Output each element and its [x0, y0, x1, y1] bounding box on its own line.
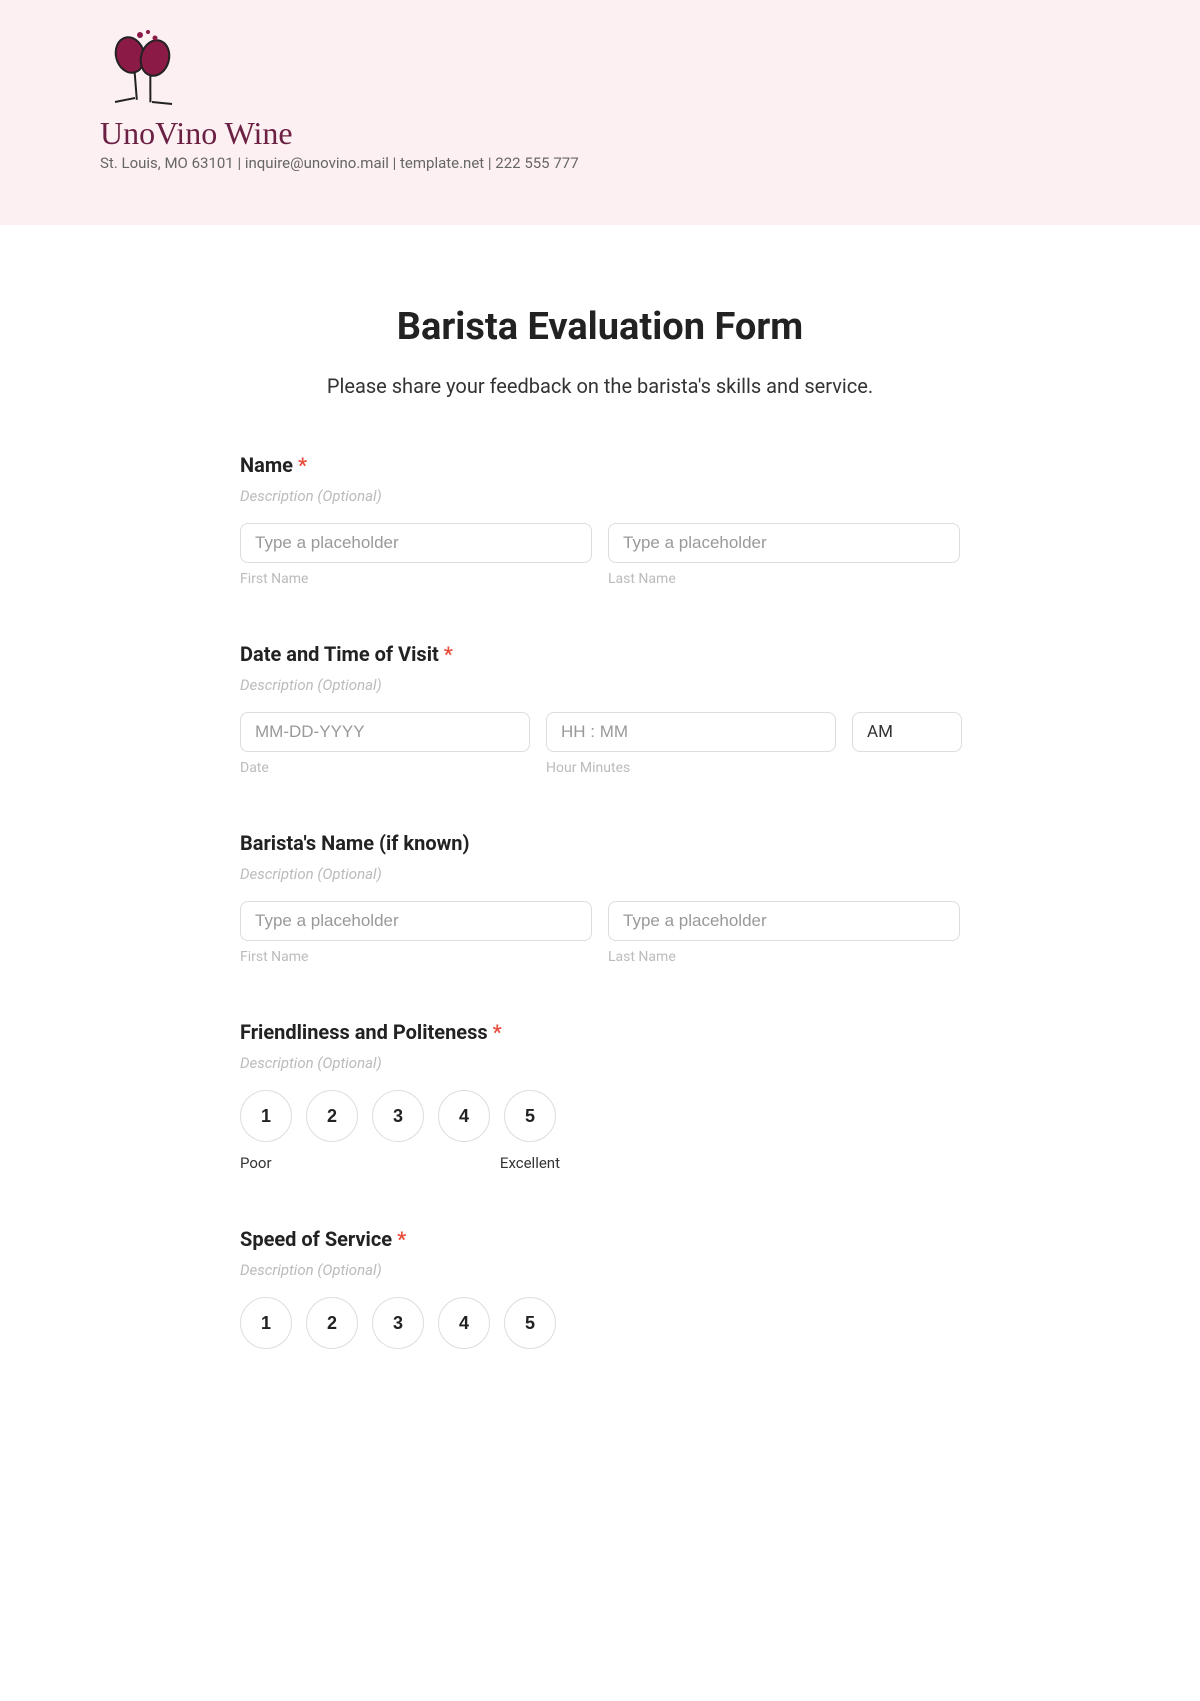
- field-label-visit: Date and Time of Visit *: [240, 642, 960, 666]
- field-name: Name * Description (Optional) First Name…: [240, 453, 960, 587]
- field-desc: Description (Optional): [240, 1054, 960, 1072]
- first-name-input[interactable]: [240, 523, 592, 563]
- brand-logo-icon: [100, 30, 190, 110]
- field-label-barista-name: Barista's Name (if known): [240, 831, 960, 855]
- sublabel-first-name: First Name: [240, 571, 592, 587]
- field-label-speed: Speed of Service *: [240, 1227, 960, 1251]
- field-desc: Description (Optional): [240, 1261, 960, 1279]
- label-text: Friendliness and Politeness: [240, 1020, 488, 1044]
- ampm-select[interactable]: AM: [852, 712, 962, 752]
- field-speed: Speed of Service * Description (Optional…: [240, 1227, 960, 1349]
- page-header: UnoVino Wine St. Louis, MO 63101 | inqui…: [0, 0, 1200, 225]
- barista-last-name-input[interactable]: [608, 901, 960, 941]
- rating-option-2[interactable]: 2: [306, 1090, 358, 1142]
- field-desc: Description (Optional): [240, 487, 960, 505]
- required-mark: *: [444, 642, 453, 666]
- form-container: Barista Evaluation Form Please share you…: [230, 305, 970, 1349]
- rating-high-label: Excellent: [500, 1154, 560, 1172]
- field-desc: Description (Optional): [240, 676, 960, 694]
- barista-first-name-input[interactable]: [240, 901, 592, 941]
- rating-option-4[interactable]: 4: [438, 1297, 490, 1349]
- rating-option-5[interactable]: 5: [504, 1090, 556, 1142]
- rating-low-label: Poor: [240, 1154, 272, 1172]
- rating-speed: 1 2 3 4 5: [240, 1297, 560, 1349]
- brand-name: UnoVino Wine: [100, 115, 579, 152]
- label-text: Date and Time of Visit: [240, 642, 439, 666]
- sublabel-time: Hour Minutes: [546, 760, 836, 776]
- required-mark: *: [298, 453, 307, 477]
- field-barista-name: Barista's Name (if known) Description (O…: [240, 831, 960, 965]
- form-title: Barista Evaluation Form: [240, 305, 960, 349]
- sublabel-first-name: First Name: [240, 949, 592, 965]
- rating-option-3[interactable]: 3: [372, 1297, 424, 1349]
- ampm-value: AM: [867, 722, 893, 742]
- brand-block: UnoVino Wine St. Louis, MO 63101 | inqui…: [100, 30, 579, 172]
- field-friendliness: Friendliness and Politeness * Descriptio…: [240, 1020, 960, 1172]
- sublabel-last-name: Last Name: [608, 949, 960, 965]
- required-mark: *: [397, 1227, 406, 1251]
- rating-friendliness: 1 2 3 4 5: [240, 1090, 560, 1142]
- label-text: Barista's Name (if known): [240, 831, 470, 855]
- last-name-input[interactable]: [608, 523, 960, 563]
- sublabel-last-name: Last Name: [608, 571, 960, 587]
- field-label-name: Name *: [240, 453, 960, 477]
- brand-contact-line: St. Louis, MO 63101 | inquire@unovino.ma…: [100, 154, 579, 172]
- field-label-friendliness: Friendliness and Politeness *: [240, 1020, 960, 1044]
- date-input[interactable]: [240, 712, 530, 752]
- field-desc: Description (Optional): [240, 865, 960, 883]
- form-subtitle: Please share your feedback on the barist…: [240, 374, 960, 398]
- rating-option-4[interactable]: 4: [438, 1090, 490, 1142]
- label-text: Speed of Service: [240, 1227, 392, 1251]
- rating-option-3[interactable]: 3: [372, 1090, 424, 1142]
- required-mark: *: [493, 1020, 502, 1044]
- label-text: Name: [240, 453, 293, 477]
- time-input[interactable]: [546, 712, 836, 752]
- rating-option-1[interactable]: 1: [240, 1297, 292, 1349]
- field-visit: Date and Time of Visit * Description (Op…: [240, 642, 960, 776]
- rating-option-5[interactable]: 5: [504, 1297, 556, 1349]
- rating-option-2[interactable]: 2: [306, 1297, 358, 1349]
- rating-option-1[interactable]: 1: [240, 1090, 292, 1142]
- sublabel-date: Date: [240, 760, 530, 776]
